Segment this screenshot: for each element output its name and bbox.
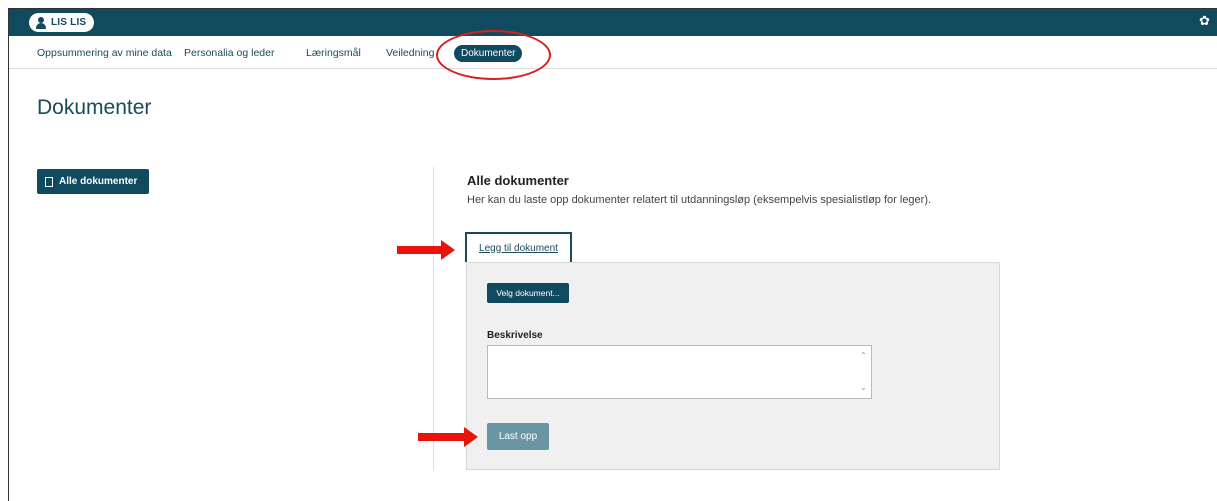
- user-name: LIS LIS: [51, 17, 87, 28]
- tab-laeringsmal[interactable]: Læringsmål: [306, 47, 361, 59]
- arrow-annotation-upload: [418, 427, 478, 447]
- description-label: Beskrivelse: [487, 330, 543, 341]
- upload-panel: Velg dokument... Beskrivelse ⌃ ⌄ Last op…: [466, 262, 1000, 470]
- user-icon: [35, 16, 47, 29]
- choose-document-button[interactable]: Velg dokument...: [487, 283, 569, 303]
- nav-tabs: Oppsummering av mine data Personalia og …: [9, 36, 1217, 69]
- document-icon: [45, 176, 53, 187]
- highlight-ellipse: [436, 30, 551, 80]
- tab-personalia[interactable]: Personalia og leder: [184, 47, 274, 59]
- section-title: Alle dokumenter: [467, 173, 569, 188]
- scroll-up-icon[interactable]: ⌃: [860, 352, 868, 360]
- upload-button[interactable]: Last opp: [487, 423, 549, 450]
- vertical-divider: [433, 167, 434, 471]
- section-description: Her kan du laste opp dokumenter relatert…: [467, 194, 932, 206]
- user-menu-button[interactable]: LIS LIS: [29, 13, 95, 32]
- arrow-annotation-add: [397, 240, 455, 260]
- tab-oppsummering[interactable]: Oppsummering av mine data: [37, 47, 172, 59]
- top-bar: LIS LIS ✿: [9, 9, 1217, 36]
- all-documents-label: Alle dokumenter: [59, 176, 138, 187]
- gear-icon[interactable]: ✿: [1199, 14, 1211, 27]
- add-document-link[interactable]: Legg til dokument: [465, 232, 572, 262]
- page-title: Dokumenter: [37, 96, 152, 119]
- scroll-down-icon[interactable]: ⌄: [860, 384, 868, 392]
- description-textarea[interactable]: ⌃ ⌄: [487, 345, 872, 399]
- tab-veiledning[interactable]: Veiledning: [386, 47, 434, 59]
- all-documents-button[interactable]: Alle dokumenter: [37, 169, 149, 194]
